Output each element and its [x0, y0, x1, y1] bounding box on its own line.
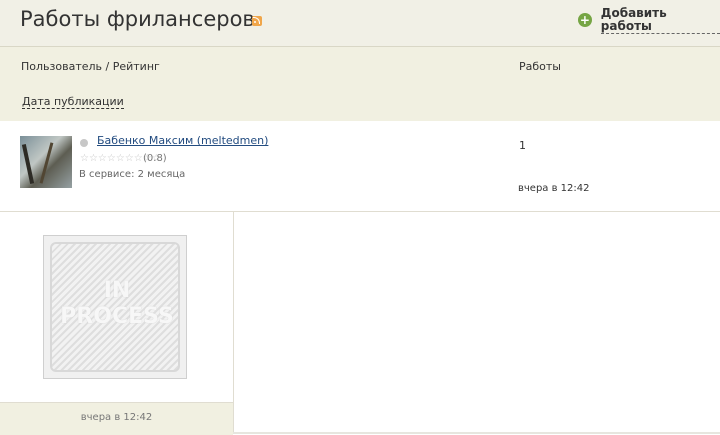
card-footer: вчера в 12:42 — [0, 402, 233, 435]
works-count: 1 — [519, 139, 526, 152]
bottom-divider — [233, 432, 720, 434]
status-dot-icon — [80, 139, 88, 147]
sort-publication-date[interactable]: Дата публикации — [22, 96, 124, 109]
add-work-button[interactable]: + Добавить работы — [578, 6, 720, 34]
card-time: вчера в 12:42 — [80, 412, 153, 423]
image-text-process: PROCESS — [60, 304, 174, 329]
table-row: Бабенко Максим (meltedmen) ☆☆☆☆☆☆☆☆☆ (0.… — [0, 121, 720, 212]
column-user-rating: Пользователь / Рейтинг — [21, 60, 160, 73]
rating-value: (0.8) — [143, 153, 167, 164]
service-duration: В сервисе: 2 месяца — [79, 169, 186, 180]
work-thumbnail[interactable]: IN PROCESS — [43, 235, 187, 379]
top-bar: Работы фрилансеров + Добавить работы — [0, 0, 720, 47]
in-process-text: IN PROCESS — [52, 278, 182, 330]
page-title: Работы фрилансеров — [20, 7, 255, 31]
avatar[interactable] — [20, 136, 72, 188]
image-text-in: IN — [103, 278, 131, 303]
column-works: Работы — [519, 60, 561, 73]
work-card: IN PROCESS вчера в 12:42 — [0, 212, 234, 435]
in-process-placeholder: IN PROCESS — [50, 242, 180, 372]
user-name-link[interactable]: Бабенко Максим (meltedmen) — [97, 134, 268, 147]
rss-icon[interactable] — [252, 16, 262, 26]
table-header: Пользователь / Рейтинг Работы Дата публи… — [0, 47, 720, 121]
add-work-label[interactable]: Добавить работы — [600, 6, 720, 34]
publication-time: вчера в 12:42 — [518, 183, 590, 194]
plus-circle-icon: + — [578, 13, 592, 27]
